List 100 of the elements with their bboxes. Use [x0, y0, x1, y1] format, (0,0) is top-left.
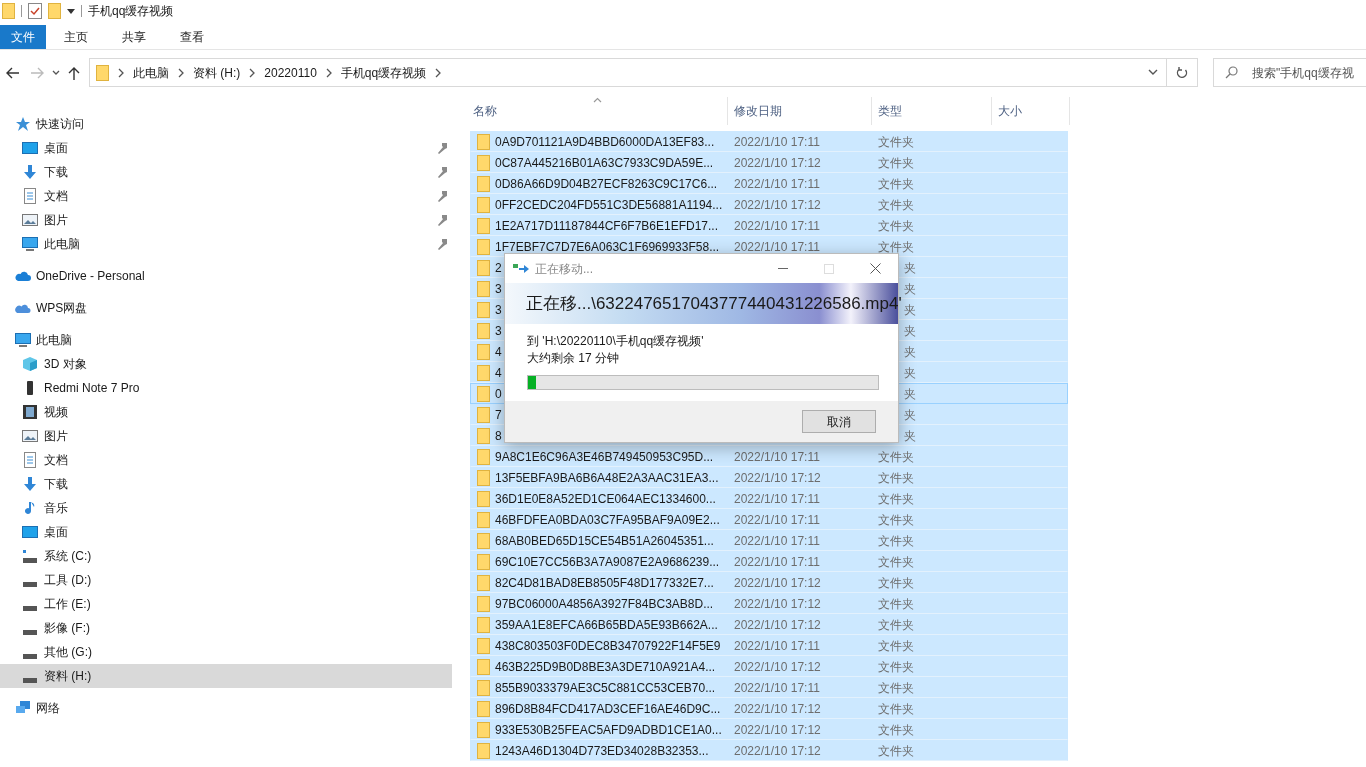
file-row[interactable]: 1243A46D1304D773ED34028B32353... 2022/1/10 17:12 文件夹	[470, 740, 1068, 761]
folder-icon	[477, 700, 490, 717]
cancel-button[interactable]: 取消	[802, 410, 876, 433]
nav-item[interactable]: 文档	[0, 448, 452, 472]
nav-item[interactable]: 快速访问	[0, 112, 452, 136]
ribbon-tab[interactable]: 文件	[0, 25, 46, 49]
file-row[interactable]: 46BFDFEA0BDA03C7FA95BAF9A09E2... 2022/1/10 17:11 文件夹	[470, 509, 1068, 530]
breadcrumb[interactable]: 20220110	[264, 63, 317, 82]
search-icon	[1225, 66, 1238, 79]
file-row[interactable]: 0D86A66D9D04B27ECF8263C9C17C6... 2022/1/10 17:11 文件夹	[470, 173, 1068, 194]
caret-icon[interactable]	[67, 6, 75, 15]
file-row[interactable]: 68AB0BED65D15CE54B51A26045351... 2022/1/10 17:11 文件夹	[470, 530, 1068, 551]
modified-date: 2022/1/10 17:11	[733, 238, 821, 256]
file-row[interactable]: 463B225D9B0D8BE3A3DE710A921A4... 2022/1/10 17:12 文件夹	[470, 656, 1068, 677]
file-type: 文件夹	[877, 217, 914, 235]
breadcrumb[interactable]: 资料 (H:)	[193, 63, 241, 82]
checklist-icon[interactable]	[28, 2, 42, 19]
nav-item[interactable]: 工具 (D:)	[0, 568, 452, 592]
file-name: 9A8C1E6C96A3E46B749450953C95D...	[495, 448, 714, 466]
arrow-up-icon	[68, 65, 80, 80]
file-type: 夹	[904, 343, 916, 361]
file-row[interactable]: 97BC06000A4856A3927F84BC3AB8D... 2022/1/10 17:12 文件夹	[470, 593, 1068, 614]
nav-item[interactable]: 图片	[0, 208, 452, 232]
nav-item[interactable]: 此电脑	[0, 232, 452, 256]
file-row[interactable]: 438C803503F0DEC8B34707922F14F5E9 2022/1/10 17:11 文件夹	[470, 635, 1068, 656]
column-header[interactable]: 大小	[992, 97, 1070, 125]
file-row[interactable]: 0C87A445216B01A63C7933C9DA59E... 2022/1/10 17:12 文件夹	[470, 152, 1068, 173]
file-row[interactable]: 1E2A717D11187844CF6F7B6E1EFD17... 2022/1/10 17:11 文件夹	[470, 215, 1068, 236]
nav-label: 3D 对象	[44, 356, 87, 373]
file-type: 文件夹	[877, 679, 914, 697]
folder-icon	[477, 616, 490, 633]
nav-item[interactable]: 下载	[0, 472, 452, 496]
modified-date: 2022/1/10 17:11	[733, 637, 821, 655]
file-row[interactable]: 0A9D701121A9D4BBD6000DA13EF83... 2022/1/10 17:11 文件夹	[470, 131, 1068, 152]
file-type: 夹	[904, 280, 916, 298]
nav-item[interactable]: 影像 (F:)	[0, 616, 452, 640]
column-header[interactable]: 修改日期	[728, 97, 872, 125]
breadcrumb[interactable]: 手机qq缓存视频	[340, 63, 427, 82]
nav-item[interactable]: 视频	[0, 400, 452, 424]
file-row[interactable]: 9A8C1E6C96A3E46B749450953C95D... 2022/1/10 17:11 文件夹	[470, 446, 1068, 467]
file-type: 夹	[904, 322, 916, 340]
modified-date: 2022/1/10 17:12	[733, 616, 822, 634]
file-name: 68AB0BED65D15CE54B51A26045351...	[495, 532, 714, 550]
nav-item[interactable]: 桌面	[0, 520, 452, 544]
window-title: 手机qq缓存视频	[88, 2, 174, 20]
refresh-button[interactable]	[1167, 58, 1198, 87]
modified-date: 2022/1/10 17:12	[733, 721, 822, 739]
file-type: 夹	[904, 364, 916, 382]
move-icon	[513, 262, 529, 275]
nav-item[interactable]: 3D 对象	[0, 352, 452, 376]
file-name: 438C803503F0DEC8B34707922F14F5E9	[495, 637, 721, 655]
nav-item[interactable]: 图片	[0, 424, 452, 448]
nav-item[interactable]: 其他 (G:)	[0, 640, 452, 664]
search-field[interactable]: 搜索"手机qq缓存视	[1213, 58, 1366, 87]
chevron-right-icon	[116, 66, 126, 79]
file-name: 463B225D9B0D8BE3A3DE710A921A4...	[495, 658, 716, 676]
file-row[interactable]: 36D1E0E8A52ED1CE064AEC1334600... 2022/1/10 17:11 文件夹	[470, 488, 1068, 509]
nav-item[interactable]: Redmi Note 7 Pro	[0, 376, 452, 400]
folder-icon	[477, 490, 490, 507]
nav-item[interactable]: 网络	[0, 696, 452, 720]
modified-date: 2022/1/10 17:11	[733, 553, 821, 571]
nav-label: 此电脑	[36, 332, 72, 349]
file-row[interactable]: 0FF2CEDC204FD551C3DE56881A1194... 2022/1/10 17:12 文件夹	[470, 194, 1068, 215]
folder-icon	[477, 364, 490, 381]
file-name: 896D8B84FCD417AD3CEF16AE46D9C...	[495, 700, 721, 718]
nav-item[interactable]: 工作 (E:)	[0, 592, 452, 616]
file-row[interactable]: 13F5EBFA9BA6B6A48E2A3AAC31EA3... 2022/1/10 17:12 文件夹	[470, 467, 1068, 488]
file-name: 0C87A445216B01A63C7933C9DA59E...	[495, 154, 714, 172]
file-row[interactable]: 855B9033379AE3C5C881CC53CEB70... 2022/1/10 17:11 文件夹	[470, 677, 1068, 698]
dialog-title: 正在移动...	[535, 260, 593, 278]
file-type: 夹	[904, 259, 916, 277]
nav-item[interactable]: WPS网盘	[0, 296, 452, 320]
nav-item[interactable]: 资料 (H:)	[0, 664, 452, 688]
nav-item[interactable]: 系统 (C:)	[0, 544, 452, 568]
nav-item[interactable]: 下载	[0, 160, 452, 184]
file-type: 文件夹	[877, 721, 914, 739]
column-header[interactable]: 名称	[470, 97, 728, 125]
file-row[interactable]: 69C10E7CC56B3A7A9087E2A9686239... 2022/1/10 17:11 文件夹	[470, 551, 1068, 572]
nav-item[interactable]: 此电脑	[0, 328, 452, 352]
file-type: 文件夹	[877, 595, 914, 613]
file-row[interactable]: 933E530B25FEAC5AFD9ADBD1CE1A0... 2022/1/10 17:12 文件夹	[470, 719, 1068, 740]
drive-icon	[23, 629, 37, 635]
file-name: 359AA1E8EFCA66B65BDA5E93B662A...	[495, 616, 718, 634]
nav-item[interactable]: OneDrive - Personal	[0, 264, 452, 288]
destination-text: 到 'H:\20220110\手机qq缓存视频'	[527, 333, 705, 350]
breadcrumb[interactable]: 此电脑	[133, 63, 169, 82]
arrow-right-icon	[30, 66, 44, 79]
nav-label: 工作 (E:)	[44, 596, 91, 613]
nav-label: 其他 (G:)	[44, 644, 92, 661]
nav-item[interactable]: 文档	[0, 184, 452, 208]
column-header[interactable]: 类型	[872, 97, 992, 125]
file-row[interactable]: 896D8B84FCD417AD3CEF16AE46D9C... 2022/1/10 17:12 文件夹	[470, 698, 1068, 719]
file-row[interactable]: 82C4D81BAD8EB8505F48D177332E7... 2022/1/10 17:12 文件夹	[470, 572, 1068, 593]
address-bar[interactable]: 此电脑 资料 (H:) 20220110 手机qq缓存视频	[89, 58, 1167, 87]
nav-item[interactable]: 音乐	[0, 496, 452, 520]
file-type: 夹	[904, 301, 916, 319]
file-row[interactable]: 359AA1E8EFCA66B65BDA5E93B662A... 2022/1/10 17:12 文件夹	[470, 614, 1068, 635]
folder-icon	[477, 322, 490, 339]
nav-item[interactable]: 桌面	[0, 136, 452, 160]
nav-label: 此电脑	[44, 236, 80, 253]
